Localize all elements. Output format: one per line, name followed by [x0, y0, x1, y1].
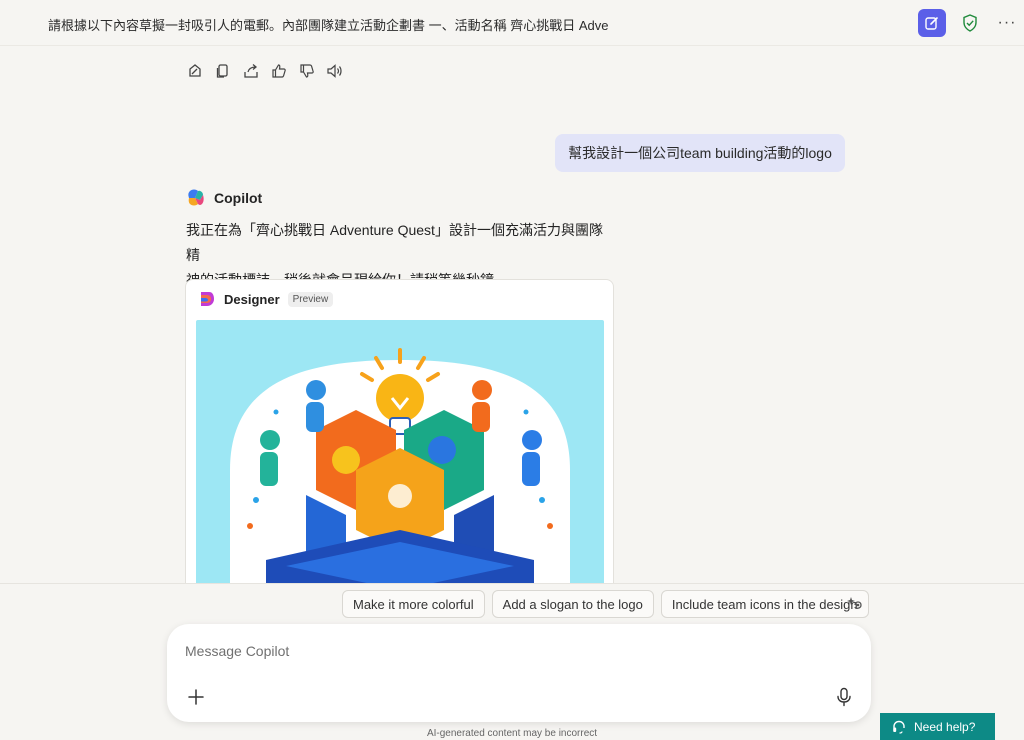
thumbs-down-icon[interactable] [298, 62, 316, 80]
more-suggestions-button[interactable] [846, 594, 866, 614]
preview-badge: Preview [287, 291, 334, 307]
need-help-button[interactable]: Need help? [880, 713, 995, 740]
voice-input-button[interactable] [833, 685, 855, 709]
message-actions [186, 62, 344, 82]
designer-name: Designer [224, 291, 280, 307]
reply-line-1: 我正在為「齊心挑戰日 Adventure Quest」設計一個充滿活力與團隊精 [186, 222, 603, 263]
need-help-label: Need help? [914, 719, 976, 734]
suggestion-chips: Make it more colorful Add a slogan to th… [342, 590, 869, 618]
compose-icon [925, 17, 938, 30]
designer-header: Designer Preview [198, 290, 334, 308]
plus-icon [188, 689, 204, 705]
copy-icon[interactable] [214, 62, 232, 80]
headset-icon [893, 720, 905, 734]
user-message-bubble: 幫我設計一個公司team building活動的logo [555, 134, 845, 172]
message-input[interactable] [185, 640, 825, 662]
designer-logo-icon [201, 292, 214, 306]
copilot-name: Copilot [214, 190, 263, 206]
copilot-header: Copilot [186, 188, 262, 208]
generated-logo-image[interactable] [196, 320, 604, 608]
user-message-text: 幫我設計一個公司team building活動的logo [568, 145, 832, 161]
more-options-button[interactable]: ··· [996, 12, 1018, 34]
privacy-shield-button[interactable] [959, 12, 981, 34]
suggestion-chip[interactable]: Make it more colorful [342, 590, 485, 618]
copilot-logo-icon [188, 189, 204, 206]
edit-page-icon[interactable] [186, 62, 204, 80]
read-aloud-icon[interactable] [326, 62, 344, 80]
share-icon[interactable] [242, 62, 260, 80]
message-composer [167, 624, 871, 722]
conversation-title[interactable]: 請根據以下內容草擬一封吸引人的電郵。內部團隊建立活動企劃書 一、活動名稱 齊心挑… [48, 15, 608, 34]
shield-check-icon [963, 14, 977, 32]
suggestion-chip[interactable]: Add a slogan to the logo [491, 590, 654, 618]
sparkle-refresh-icon [847, 597, 862, 609]
ai-disclaimer: AI-generated content may be incorrect [426, 728, 598, 739]
suggestion-chip[interactable]: Include team icons in the design [660, 590, 869, 618]
new-chat-button[interactable] [918, 9, 946, 37]
top-bar: 請根據以下內容草擬一封吸引人的電郵。內部團隊建立活動企劃書 一、活動名稱 齊心挑… [0, 0, 1024, 46]
thumbs-up-icon[interactable] [270, 62, 288, 80]
microphone-icon [837, 687, 851, 707]
designer-card: Designer Preview [185, 279, 614, 609]
add-attachment-button[interactable] [185, 686, 207, 708]
